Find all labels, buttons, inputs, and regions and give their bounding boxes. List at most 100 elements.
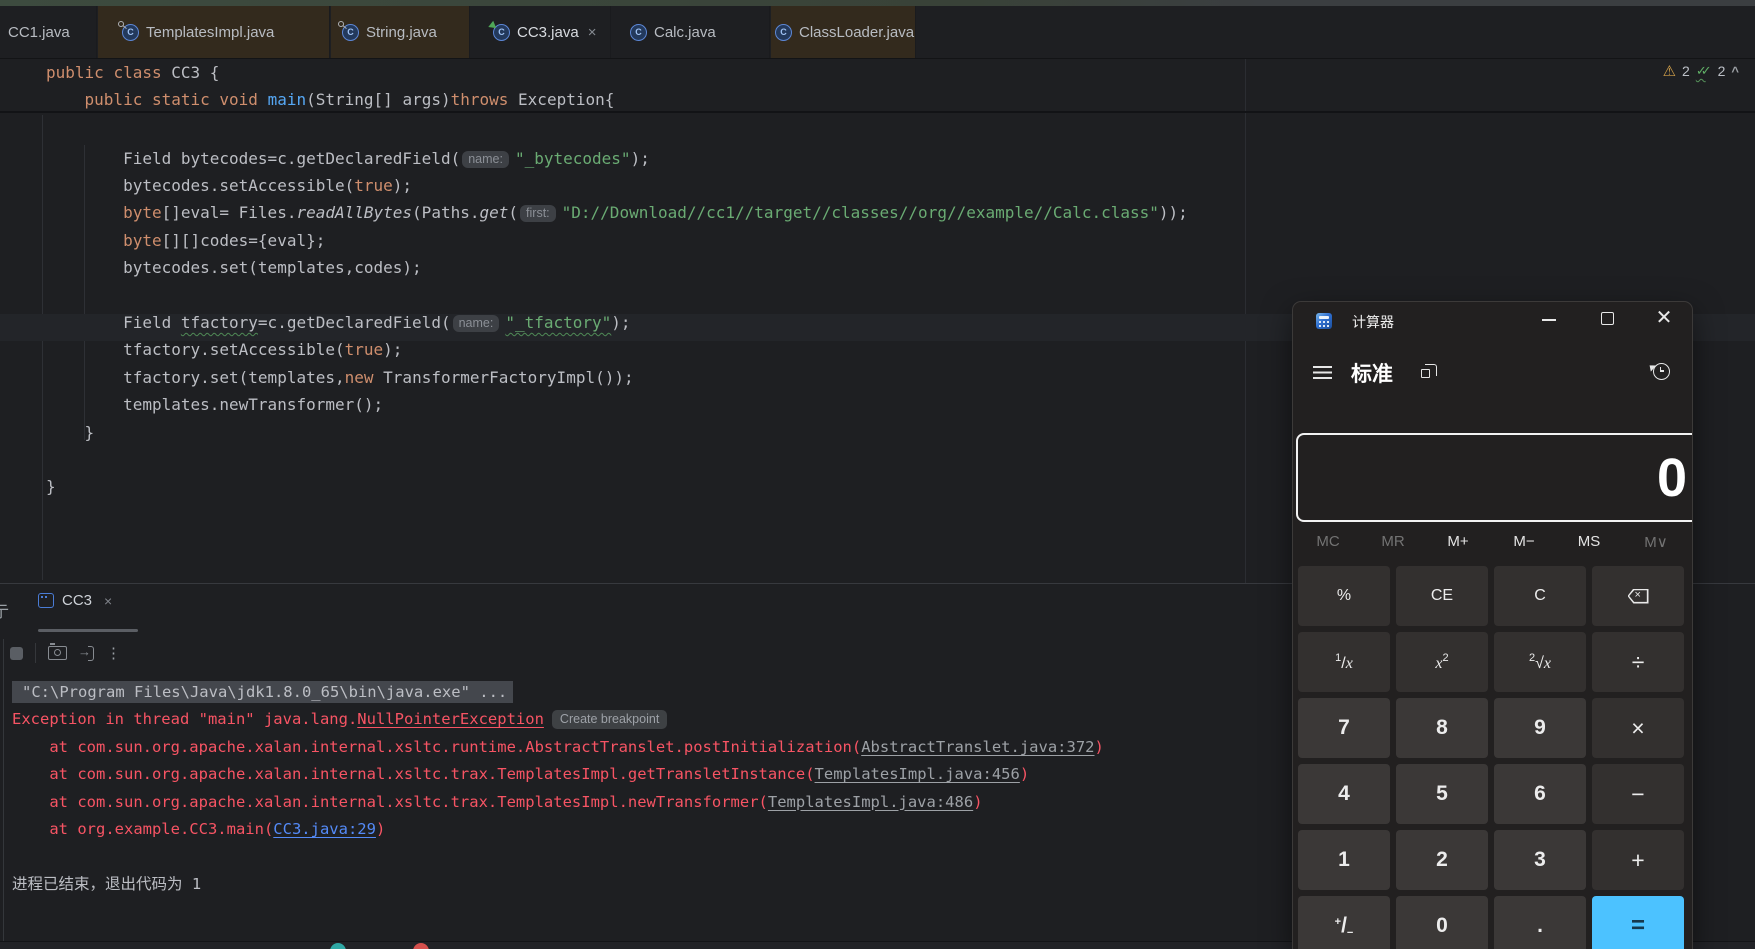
sticky-code-line: public static void main(String[] args)th… xyxy=(46,86,614,113)
calc-button-0[interactable]: 0 xyxy=(1396,896,1488,949)
calculator-display: 0 xyxy=(1296,433,1692,522)
memory-mc[interactable]: MC xyxy=(1306,533,1350,550)
stack-trace-link[interactable]: NullPointerException xyxy=(357,710,544,728)
token: Exception{ xyxy=(508,90,614,109)
token: static xyxy=(152,90,210,109)
calc-button-xxx[interactable]: 2√x xyxy=(1494,632,1586,692)
tab-label: TemplatesImpl.java xyxy=(146,24,274,41)
create-breakpoint-chip[interactable]: Create breakpoint xyxy=(552,710,667,729)
memory-ms[interactable]: MS xyxy=(1567,533,1611,550)
inlay-hint: name: xyxy=(453,315,500,332)
indent-guide xyxy=(42,115,43,580)
calc-button-+xx[interactable]: +/− xyxy=(1298,896,1390,949)
calc-button-2[interactable]: 2 xyxy=(1396,830,1488,890)
tab-templatesimpl[interactable]: C TemplatesImpl.java xyxy=(98,6,330,58)
token xyxy=(142,90,152,109)
tab-label: ClassLoader.java xyxy=(799,24,914,41)
tool-window-stripe-label[interactable]: 亍 xyxy=(0,598,13,622)
calc-button-x[interactable]: − xyxy=(1592,764,1684,824)
token: byte xyxy=(123,203,162,222)
minimize-button[interactable] xyxy=(1527,302,1571,336)
console-tab-label: CC3 xyxy=(62,592,92,609)
tab-string[interactable]: C String.java xyxy=(331,6,470,58)
token: ); xyxy=(631,149,650,168)
token: Field bytecodes=c.getDeclaredField( xyxy=(46,149,460,168)
token xyxy=(258,90,268,109)
calc-button-9[interactable]: 9 xyxy=(1494,698,1586,758)
tab-calc[interactable]: C Calc.java xyxy=(612,6,770,58)
token: at com.sun.org.apache.xalan.internal.xsl… xyxy=(12,738,861,756)
calc-button-1xx[interactable]: 1/x xyxy=(1298,632,1390,692)
calc-button-6[interactable]: 6 xyxy=(1494,764,1586,824)
calc-button-8[interactable]: 8 xyxy=(1396,698,1488,758)
active-console-tab-indicator xyxy=(38,629,138,632)
stack-trace-link[interactable]: AbstractTranslet.java:372 xyxy=(861,738,1094,756)
window-close-button[interactable]: ✕ xyxy=(1642,302,1686,336)
console-tab-cc3[interactable]: CC3 × xyxy=(38,592,112,609)
code-line: tfactory.set(templates,new TransformerFa… xyxy=(46,364,634,391)
close-icon[interactable]: × xyxy=(588,25,597,40)
calc-button-x[interactable]: × xyxy=(1592,698,1684,758)
keep-on-top-icon[interactable] xyxy=(1425,364,1437,376)
memory-row: MC MR M+ M− MS M∨ xyxy=(1293,533,1692,559)
calculator-titlebar[interactable]: 计算器 ✕ xyxy=(1293,302,1692,340)
memory-m[interactable]: M− xyxy=(1502,533,1546,550)
token: at org.example.CC3.main( xyxy=(12,820,273,838)
token: ) xyxy=(973,793,982,811)
stack-trace-link[interactable]: CC3.java:29 xyxy=(273,820,376,838)
memory-m[interactable]: M∨ xyxy=(1634,533,1678,551)
chevron-up-icon[interactable]: ^ xyxy=(1731,64,1739,79)
stack-trace-link[interactable]: TemplatesImpl.java:456 xyxy=(815,765,1020,783)
calc-button-=[interactable]: = xyxy=(1592,896,1684,949)
token xyxy=(46,203,123,222)
calc-button-1[interactable]: 1 xyxy=(1298,830,1390,890)
calc-button-x[interactable]: ÷ xyxy=(1592,632,1684,692)
calc-button-%[interactable]: % xyxy=(1298,566,1390,626)
exit-icon[interactable] xyxy=(79,646,94,660)
calc-button-+[interactable]: + xyxy=(1592,830,1684,890)
inspections-widget[interactable]: ⚠ 2 ✓✓ 2 ^ xyxy=(1663,62,1739,80)
token: throws xyxy=(451,90,509,109)
thread-dump-camera-icon[interactable] xyxy=(48,646,67,660)
token: ); xyxy=(393,176,412,195)
code-line: templates.newTransformer(); xyxy=(46,391,383,418)
calc-button-.[interactable]: . xyxy=(1494,896,1586,949)
token: =c.getDeclaredField( xyxy=(258,313,451,332)
tab-cc3[interactable]: C CC3.java × xyxy=(471,6,611,58)
calculator-app-icon xyxy=(1316,313,1332,329)
console-icon xyxy=(38,593,54,608)
stack-trace-link[interactable]: TemplatesImpl.java:486 xyxy=(768,793,973,811)
token xyxy=(210,90,220,109)
token: bytecodes.set(templates,codes); xyxy=(46,258,422,277)
console-line: at com.sun.org.apache.xalan.internal.xsl… xyxy=(12,789,983,816)
tab-classloader[interactable]: C ClassLoader.java xyxy=(771,6,916,58)
calc-button-C[interactable]: C xyxy=(1494,566,1586,626)
editor-tab-bar: CC1.java C TemplatesImpl.java C String.j… xyxy=(0,6,1755,59)
hamburger-menu-icon[interactable] xyxy=(1313,366,1332,380)
tool-window-edge xyxy=(3,639,4,949)
memory-m+[interactable]: M+ xyxy=(1436,533,1480,550)
maximize-button[interactable] xyxy=(1585,302,1629,336)
history-icon[interactable] xyxy=(1653,363,1670,380)
warning-count: 2 xyxy=(1682,63,1690,79)
stop-button[interactable] xyxy=(10,647,23,660)
calc-button-4[interactable]: 4 xyxy=(1298,764,1390,824)
close-icon[interactable]: × xyxy=(104,593,112,609)
calc-button-x[interactable]: × xyxy=(1592,566,1684,626)
calc-button-5[interactable]: 5 xyxy=(1396,764,1488,824)
code-line: byte[][]codes={eval}; xyxy=(46,227,325,254)
calc-button-7[interactable]: 7 xyxy=(1298,698,1390,758)
token: main xyxy=(268,90,307,109)
token xyxy=(104,63,114,82)
more-options-icon[interactable]: ⋮ xyxy=(106,644,121,662)
tab-cc1[interactable]: CC1.java xyxy=(0,6,97,58)
calc-button-CE[interactable]: CE xyxy=(1396,566,1488,626)
calc-button-xx[interactable]: x2 xyxy=(1396,632,1488,692)
token: ); xyxy=(611,313,630,332)
calculator-mode-label: 标准 xyxy=(1351,358,1393,388)
console-line: at org.example.CC3.main(CC3.java:29) xyxy=(12,816,385,843)
token: at com.sun.org.apache.xalan.internal.xsl… xyxy=(12,765,815,783)
console-line: "C:\Program Files\Java\jdk1.8.0_65\bin\j… xyxy=(12,679,513,706)
calc-button-3[interactable]: 3 xyxy=(1494,830,1586,890)
memory-mr[interactable]: MR xyxy=(1371,533,1415,550)
